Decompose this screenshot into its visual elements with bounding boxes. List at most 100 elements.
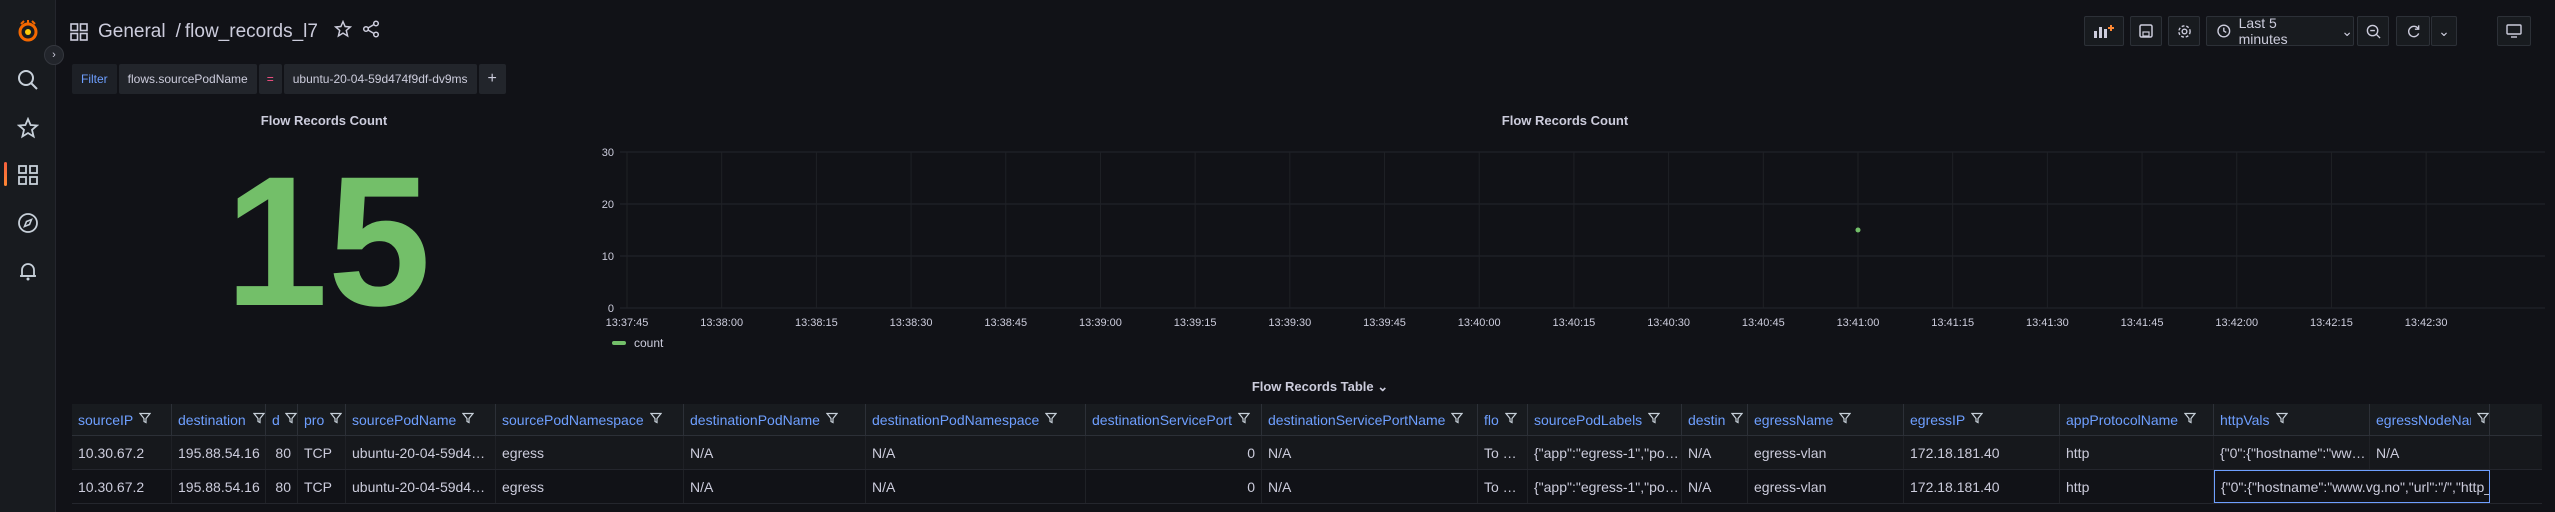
time-range-picker[interactable]: Last 5 minutes ⌄ [2206,15,2354,47]
sidebar-expand-chevron-icon[interactable]: › [44,45,64,65]
column-header-egressNodeName[interactable]: egressNodeName [2370,404,2490,435]
filter-funnel-icon[interactable] [329,412,343,427]
cell-egressName[interactable]: egress-vlan [1748,470,1904,503]
cell-sourcePodLabels[interactable]: {"app":"egress-1","po… [1528,470,1682,503]
cell-de[interactable]: 80 [266,470,298,503]
column-header-sourcePodName[interactable]: sourcePodName [346,404,496,435]
cell-appProtocolName[interactable]: http [2060,436,2214,469]
filter-funnel-icon[interactable] [1971,412,1984,427]
filter-funnel-icon[interactable] [1504,412,1518,427]
cell-de[interactable]: 80 [266,436,298,469]
dashboards-icon[interactable] [14,161,42,189]
cell-destinationIP[interactable]: 195.88.54.16 [172,470,266,503]
column-header-de[interactable]: de [266,404,298,435]
cell-sourcePodLabels[interactable]: {"app":"egress-1","po… [1528,436,1682,469]
filter-funnel-icon[interactable] [139,412,152,427]
tv-mode-button[interactable] [2497,16,2531,46]
column-header-appProtocolName[interactable]: appProtocolName [2060,404,2214,435]
cell-httpVals[interactable]: {"0":{"hostname":"ww… [2214,436,2370,469]
breadcrumb-folder[interactable]: General [98,21,166,43]
column-header-destin[interactable]: destin [1682,404,1748,435]
cell-destinationPodName[interactable]: N/A [684,436,866,469]
filter-funnel-icon[interactable] [2275,412,2288,427]
column-header-pro[interactable]: pro [298,404,346,435]
dashboard-settings-button[interactable] [2168,16,2200,46]
column-header-destinationServicePortName[interactable]: destinationServicePortName [1262,404,1478,435]
filter-funnel-icon[interactable] [284,412,297,427]
column-header-sourceIP[interactable]: sourceIP [72,404,172,435]
cell-destinationIP[interactable]: 195.88.54.16 [172,436,266,469]
filter-key[interactable]: flows.sourcePodName [118,64,257,94]
cell-sourcePodName[interactable]: ubuntu-20-04-59d4… [346,436,496,469]
filter-value[interactable]: ubuntu-20-04-59d474f9df-dv9ms [283,64,477,94]
filter-funnel-icon[interactable] [1237,412,1251,427]
filter-funnel-icon[interactable] [1045,412,1058,427]
cell-destinationPodNamespace[interactable]: N/A [866,436,1086,469]
cell-destinationServicePortName[interactable]: N/A [1262,470,1478,503]
filter-funnel-icon[interactable] [1839,412,1852,427]
cell-httpVals[interactable]: {"0":{"hostname":"www.vg.no","url":"/","… [2214,470,2490,503]
filter-funnel-icon[interactable] [252,412,265,427]
cell-appProtocolName[interactable]: http [2060,470,2214,503]
column-header-destinationIP[interactable]: destinationIP [172,404,266,435]
cell-destinationServicePort[interactable]: 0 [1086,470,1262,503]
filter-funnel-icon[interactable] [1451,412,1464,427]
zoom-out-button[interactable] [2357,16,2389,46]
cell-sourceIP[interactable]: 10.30.67.2 [72,436,172,469]
filter-operator[interactable]: = [258,64,282,94]
cell-flo[interactable]: To … [1478,470,1528,503]
cell-destinationPodName[interactable]: N/A [684,470,866,503]
cell-egressIP[interactable]: 172.18.181.40 [1904,436,2060,469]
cell-destinationServicePortName[interactable]: N/A [1262,436,1478,469]
column-header-flo[interactable]: flo [1478,404,1528,435]
table-row[interactable]: 10.30.67.2 195.88.54.16 80 TCP ubuntu-20-04-… [72,436,2542,470]
search-icon[interactable] [14,66,42,94]
table-row[interactable]: 10.30.67.2 195.88.54.16 80 TCP ubuntu-20-04-… [72,470,2542,504]
cell-destinationPodNamespace[interactable]: N/A [866,470,1086,503]
cell-pro[interactable]: TCP [298,470,346,503]
filter-funnel-icon[interactable] [2183,412,2197,427]
cell-sourcePodName[interactable]: ubuntu-20-04-59d4… [346,470,496,503]
cell-sourcePodNamespace[interactable]: egress [496,470,684,503]
stat-panel-title[interactable]: Flow Records Count [224,113,424,128]
save-dashboard-button[interactable] [2130,16,2162,46]
column-header-destinationServicePort[interactable]: destinationServicePort [1086,404,1262,435]
cell-flo[interactable]: To … [1478,436,1528,469]
cell-sourcePodNamespace[interactable]: egress [496,436,684,469]
column-header-sourcePodLabels[interactable]: sourcePodLabels [1528,404,1682,435]
cell-egressNodeName[interactable]: N/A [2370,436,2490,469]
cell-egressIP[interactable]: 172.18.181.40 [1904,470,2060,503]
table-panel-title[interactable]: Flow Records Table ⌄ [1240,379,1400,395]
cell-destin[interactable]: N/A [1682,470,1748,503]
column-header-destinationPodName[interactable]: destinationPodName [684,404,866,435]
filter-funnel-icon[interactable] [1647,412,1661,427]
cell-destin[interactable]: N/A [1682,436,1748,469]
add-panel-button[interactable] [2084,16,2124,46]
legend-item-count[interactable]: count [634,336,663,350]
share-icon[interactable] [362,20,380,44]
column-header-egressIP[interactable]: egressIP [1904,404,2060,435]
column-header-httpVals[interactable]: httpVals [2214,404,2370,435]
filter-funnel-icon[interactable] [1731,412,1744,427]
explore-icon[interactable] [14,209,42,237]
cell-pro[interactable]: TCP [298,436,346,469]
chart-panel-title[interactable]: Flow Records Count [1465,113,1665,128]
grafana-logo-icon[interactable] [14,17,42,45]
add-filter-button[interactable]: + [478,64,506,94]
column-header-sourcePodNamespace[interactable]: sourcePodNamespace [496,404,684,435]
column-header-egressName[interactable]: egressName [1748,404,1904,435]
alerting-bell-icon[interactable] [14,257,42,285]
cell-sourceIP[interactable]: 10.30.67.2 [72,470,172,503]
cell-destinationServicePort[interactable]: 0 [1086,436,1262,469]
refresh-interval-dropdown[interactable]: ⌄ [2431,16,2457,46]
star-icon[interactable] [333,19,353,44]
starred-icon[interactable] [14,114,42,142]
filter-funnel-icon[interactable] [462,412,475,427]
filter-funnel-icon[interactable] [825,412,839,427]
cell-egressName[interactable]: egress-vlan [1748,436,1904,469]
column-header-destinationPodNamespace[interactable]: destinationPodNamespace [866,404,1086,435]
refresh-button[interactable] [2396,16,2430,46]
dashboard-title[interactable]: flow_records_l7 [185,21,318,43]
filter-funnel-icon[interactable] [2476,412,2489,427]
filter-funnel-icon[interactable] [649,412,662,427]
